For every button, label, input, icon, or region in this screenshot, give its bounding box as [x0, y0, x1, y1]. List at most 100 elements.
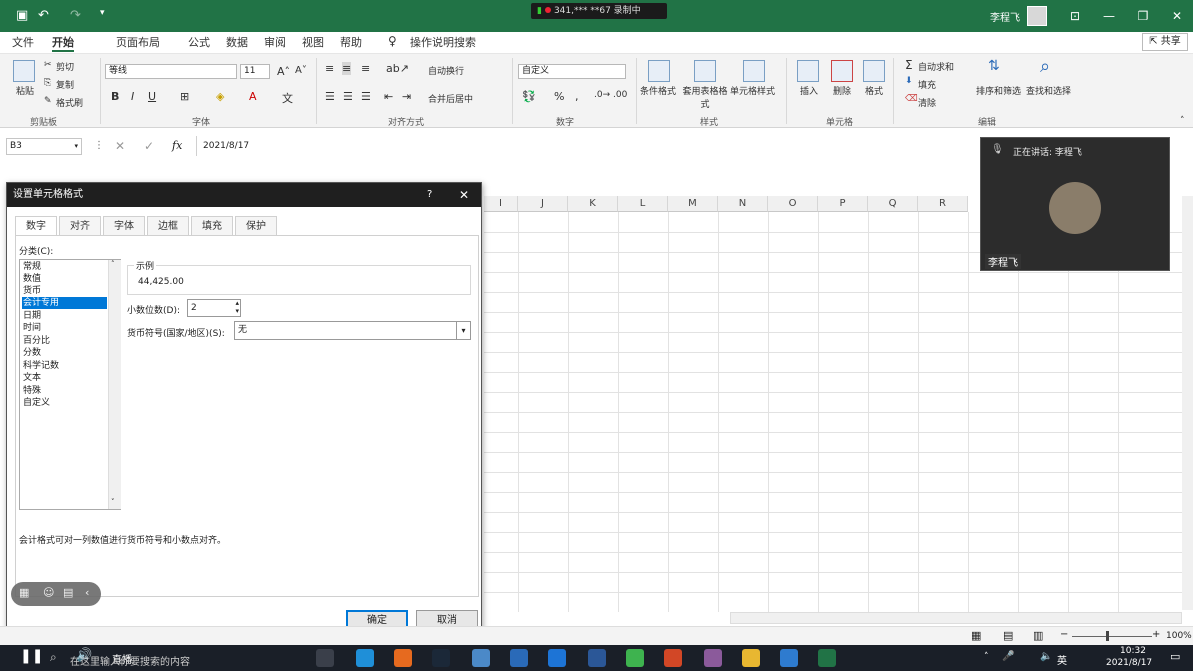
app-icon[interactable] — [704, 649, 722, 667]
font-size-select[interactable]: 11 — [240, 64, 270, 79]
column-header[interactable]: M — [668, 196, 718, 212]
sort-filter-button[interactable]: 排序和筛选 — [976, 84, 1021, 97]
category-item[interactable]: 货币 — [22, 285, 107, 297]
tab-view[interactable]: 视图 — [302, 34, 324, 50]
category-item[interactable]: 特殊 — [22, 385, 107, 397]
grid-icon[interactable]: ▦ — [19, 586, 29, 599]
category-item[interactable]: 百分比 — [22, 335, 107, 347]
tab-alignment[interactable]: 对齐 — [59, 216, 101, 236]
find-select-icon[interactable]: ⌕ — [1040, 56, 1050, 77]
tab-help[interactable]: 帮助 — [340, 34, 362, 50]
scroll-up-icon[interactable]: ˄ — [111, 260, 115, 268]
tab-review[interactable]: 审阅 — [264, 34, 286, 50]
close-button[interactable]: ✕ — [1162, 6, 1192, 26]
file-explorer-icon[interactable] — [742, 649, 760, 667]
page-break-view-icon[interactable]: ▥ — [1033, 629, 1043, 642]
align-left-icon[interactable]: ☰ — [325, 90, 335, 103]
tell-me-search[interactable]: 操作说明搜索 — [410, 34, 476, 50]
delete-cells-icon[interactable] — [831, 60, 853, 82]
mail-icon[interactable] — [548, 649, 566, 667]
vertical-scrollbar[interactable] — [1182, 196, 1193, 610]
clear-icon[interactable]: ⌫ — [905, 94, 918, 104]
align-center-icon[interactable]: ☰ — [343, 90, 353, 103]
clock-time[interactable]: 10:32 — [1120, 646, 1146, 656]
zoom-in-icon[interactable]: + — [1152, 629, 1160, 640]
column-header[interactable]: L — [618, 196, 668, 212]
category-item[interactable]: 文本 — [22, 372, 107, 384]
edge-icon[interactable] — [356, 649, 374, 667]
category-item-selected[interactable]: 会计专用 — [22, 297, 107, 309]
share-button[interactable]: ⇱ 共享 — [1142, 33, 1188, 51]
cut-icon[interactable]: ✂ — [44, 60, 52, 70]
find-select-button[interactable]: 查找和选择 — [1026, 84, 1071, 97]
format-painter-icon[interactable]: ✎ — [44, 96, 52, 106]
page-layout-view-icon[interactable]: ▤ — [1003, 629, 1013, 642]
column-header[interactable]: R — [918, 196, 968, 212]
restore-button[interactable]: ❐ — [1128, 6, 1158, 26]
copy-icon[interactable]: ⎘ — [44, 78, 51, 88]
column-header[interactable]: N — [718, 196, 768, 212]
excel-icon[interactable] — [818, 649, 836, 667]
clear-button[interactable]: 清除 — [918, 96, 936, 109]
volume-tray-icon[interactable]: 🔈 — [1040, 651, 1052, 662]
browser-icon[interactable] — [394, 649, 412, 667]
category-item[interactable]: 数值 — [22, 273, 107, 285]
cell-styles-icon[interactable] — [743, 60, 765, 82]
orientation-icon[interactable]: ab↗ — [386, 62, 409, 75]
cancel-entry-icon[interactable]: ✕ — [115, 139, 125, 153]
undo-icon[interactable]: ↶ — [38, 8, 49, 23]
stepper-up-icon[interactable]: ▴ — [235, 299, 239, 307]
notification-icon[interactable]: ▭ — [1170, 650, 1180, 663]
column-header[interactable]: Q — [868, 196, 918, 212]
format-cells-icon[interactable] — [863, 60, 885, 82]
decrease-indent-icon[interactable]: ⇤ — [384, 90, 393, 103]
format-painter-button[interactable]: 格式刷 — [56, 96, 83, 109]
dialog-close-icon[interactable]: ✕ — [459, 183, 469, 207]
collapse-icon[interactable]: ‹ — [85, 586, 89, 599]
category-item[interactable]: 日期 — [22, 310, 107, 322]
help-button[interactable]: ? — [427, 183, 432, 207]
conditional-format-button[interactable]: 条件格式 — [640, 84, 676, 97]
wechat-icon[interactable] — [626, 649, 644, 667]
align-right-icon[interactable]: ☰ — [361, 90, 371, 103]
emoji-icon[interactable]: ☺ — [43, 586, 54, 599]
category-scrollbar[interactable]: ˄ ˅ — [108, 260, 121, 509]
column-header[interactable]: I — [484, 196, 518, 212]
autosum-icon[interactable]: Σ — [905, 58, 913, 72]
font-name-select[interactable]: 等线 — [105, 64, 237, 79]
avatar[interactable] — [1027, 6, 1047, 26]
tab-number[interactable]: 数字 — [15, 216, 57, 236]
save-icon[interactable]: ▣ — [16, 8, 28, 23]
powerpoint-icon[interactable] — [664, 649, 682, 667]
column-header[interactable]: P — [818, 196, 868, 212]
currency-symbol-select[interactable]: 无 ▾ — [234, 321, 471, 340]
tab-protection[interactable]: 保护 — [235, 216, 277, 236]
border-icon[interactable]: ⊞ — [180, 90, 189, 103]
align-top-icon[interactable]: ≡ — [325, 62, 334, 75]
delete-cells-button[interactable]: 删除 — [833, 84, 851, 97]
tab-font[interactable]: 字体 — [103, 216, 145, 236]
chevron-down-icon[interactable]: ▾ — [456, 322, 470, 339]
insert-cells-icon[interactable] — [797, 60, 819, 82]
column-header[interactable]: K — [568, 196, 618, 212]
percent-icon[interactable]: % — [554, 90, 564, 103]
align-middle-icon[interactable]: ≡ — [342, 62, 352, 75]
increase-decimal-icon[interactable]: .0→ — [594, 90, 610, 100]
underline-icon[interactable]: U — [148, 90, 156, 103]
comma-style-icon[interactable]: , — [575, 90, 579, 103]
zoom-level[interactable]: 100% — [1166, 631, 1192, 641]
insert-cells-button[interactable]: 插入 — [800, 84, 818, 97]
tab-fill[interactable]: 填充 — [191, 216, 233, 236]
conditional-format-icon[interactable] — [648, 60, 670, 82]
search-icon[interactable]: ⌕ — [50, 650, 57, 665]
collapse-ribbon-icon[interactable]: ˄ — [1180, 116, 1185, 126]
tab-data[interactable]: 数据 — [226, 34, 248, 50]
cut-button[interactable]: 剪切 — [56, 60, 74, 73]
clock-date[interactable]: 2021/8/17 — [1106, 658, 1152, 668]
system-tray-chevron-icon[interactable]: ˄ — [984, 652, 989, 662]
formula-input[interactable]: 2021/8/17 — [203, 141, 249, 151]
autosum-button[interactable]: 自动求和 — [918, 60, 954, 73]
paste-button[interactable]: 粘贴 — [16, 84, 34, 97]
task-view-icon[interactable] — [316, 649, 334, 667]
decrease-decimal-icon[interactable]: .00 — [613, 90, 627, 100]
